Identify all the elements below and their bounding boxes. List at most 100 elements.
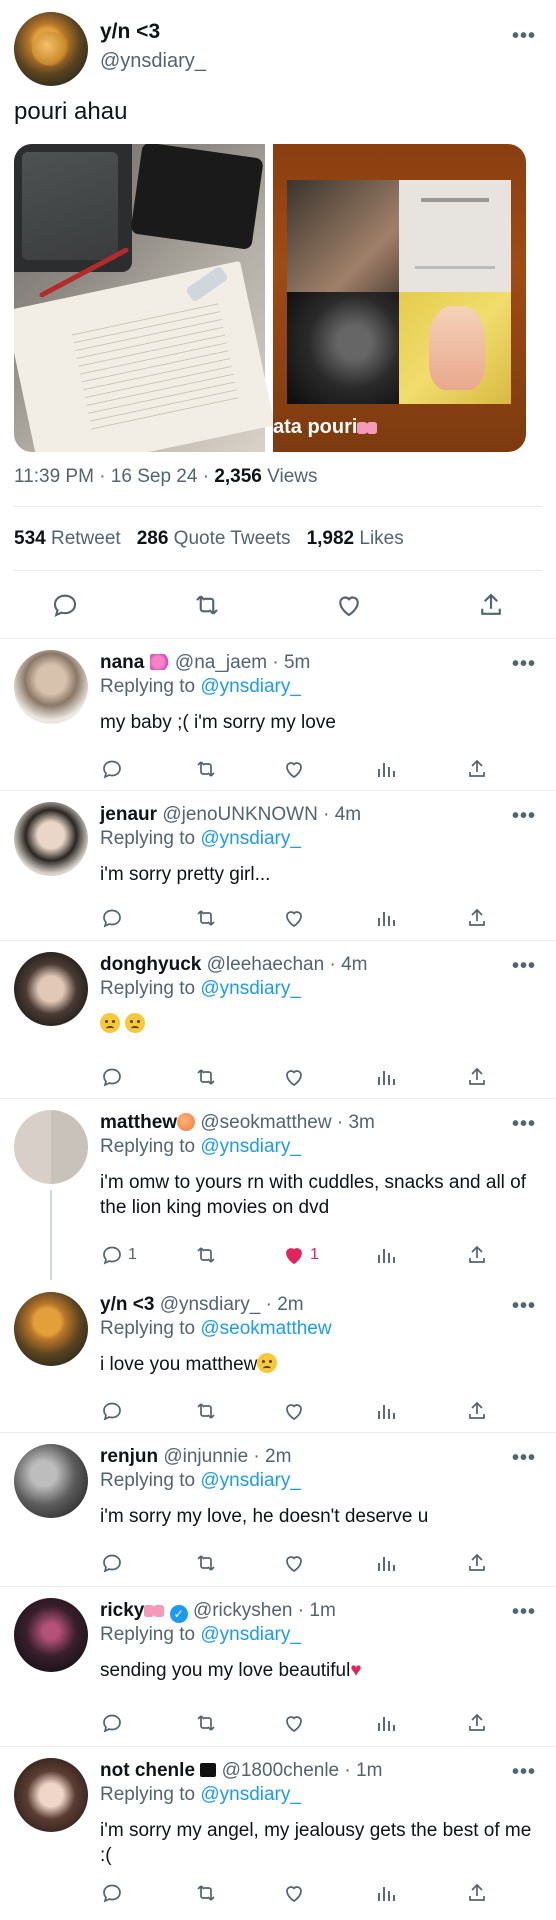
more-icon[interactable]: ••• <box>512 1762 536 1782</box>
replying-to-link[interactable]: @ynsdiary_ <box>200 1784 301 1805</box>
share-button[interactable] <box>465 1064 489 1090</box>
share-button[interactable] <box>465 1398 489 1424</box>
reply-handle[interactable]: @injunnie <box>163 1446 248 1467</box>
like-button[interactable] <box>282 905 306 931</box>
like-button[interactable] <box>282 1398 306 1424</box>
views-button[interactable] <box>374 1242 398 1268</box>
share-button[interactable] <box>465 905 489 931</box>
reply-time[interactable]: 2m <box>265 1446 291 1467</box>
replying-to-link[interactable]: @ynsdiary_ <box>200 1136 301 1157</box>
like-button[interactable] <box>282 1880 306 1906</box>
reply-handle[interactable]: @rickyshen <box>193 1600 293 1621</box>
share-button[interactable] <box>465 1550 489 1576</box>
like-button[interactable] <box>282 756 306 782</box>
quotes-stat[interactable]: 286 Quote Tweets <box>137 528 291 549</box>
reply-tweet[interactable]: donghyuck @leehaechan · 4m Replying to @… <box>0 940 556 1098</box>
replying-to-link[interactable]: @ynsdiary_ <box>200 978 301 999</box>
reply-name[interactable]: ricky <box>100 1600 144 1621</box>
retweet-button[interactable] <box>194 1880 218 1906</box>
avatar[interactable] <box>14 1758 88 1832</box>
like-button[interactable] <box>282 1064 306 1090</box>
reply-button[interactable] <box>100 1064 124 1090</box>
reply-tweet[interactable]: nana @na_jaem · 5m Replying to @ynsdiary… <box>0 638 556 790</box>
reply-tweet[interactable]: jenaur @jenoUNKNOWN · 4m Replying to @yn… <box>0 790 556 940</box>
reply-tweet[interactable]: matthew @seokmatthew · 3m Replying to @y… <box>0 1098 556 1280</box>
reply-handle[interactable]: @ynsdiary_ <box>160 1294 261 1315</box>
reply-time[interactable]: 1m <box>309 1600 335 1621</box>
share-button[interactable] <box>465 1242 489 1268</box>
avatar[interactable] <box>14 650 88 724</box>
reply-handle[interactable]: @jenoUNKNOWN <box>162 804 317 825</box>
main-tweet-handle[interactable]: @ynsdiary_ <box>100 50 206 73</box>
reply-button[interactable]: 1 <box>100 1242 137 1268</box>
reply-time[interactable]: 4m <box>341 954 367 975</box>
avatar[interactable] <box>14 1292 88 1366</box>
retweet-button[interactable] <box>194 905 218 931</box>
views-button[interactable] <box>374 1064 398 1090</box>
replying-to-link[interactable]: @ynsdiary_ <box>200 1624 301 1645</box>
more-icon[interactable]: ••• <box>512 1448 536 1468</box>
like-icon[interactable] <box>334 590 364 620</box>
views-button[interactable] <box>374 905 398 931</box>
main-tweet-name[interactable]: y/n <3 <box>100 20 160 44</box>
reply-tweet[interactable]: ricky ✓ @rickyshen · 1m Replying to @yns… <box>0 1586 556 1746</box>
replying-to-link[interactable]: @seokmatthew <box>200 1318 331 1339</box>
retweet-button[interactable] <box>194 1550 218 1576</box>
replying-to-link[interactable]: @ynsdiary_ <box>200 676 301 697</box>
more-icon[interactable]: ••• <box>512 26 536 46</box>
media-photo-desk[interactable] <box>14 144 275 452</box>
more-icon[interactable]: ••• <box>512 806 536 826</box>
reply-handle[interactable]: @1800chenle <box>222 1760 340 1781</box>
reply-tweet[interactable]: not chenle @1800chenle · 1m Replying to … <box>0 1746 556 1920</box>
avatar[interactable] <box>14 1444 88 1518</box>
like-button[interactable]: 1 <box>282 1242 319 1268</box>
reply-name[interactable]: donghyuck <box>100 954 201 975</box>
more-icon[interactable]: ••• <box>512 1296 536 1316</box>
views-button[interactable] <box>374 1880 398 1906</box>
tweet-timestamp[interactable]: 11:39 PM · 16 Sep 24 · <box>14 466 214 487</box>
retweet-button[interactable] <box>194 1710 218 1736</box>
reply-button[interactable] <box>100 1550 124 1576</box>
reply-name[interactable]: not chenle <box>100 1760 195 1781</box>
retweet-button[interactable] <box>194 756 218 782</box>
replying-to-link[interactable]: @ynsdiary_ <box>200 1470 301 1491</box>
views-button[interactable] <box>374 1398 398 1424</box>
reply-name[interactable]: matthew <box>100 1112 177 1133</box>
reply-button[interactable] <box>100 1398 124 1424</box>
reply-icon[interactable] <box>50 590 80 620</box>
retweet-button[interactable] <box>194 1242 218 1268</box>
likes-stat[interactable]: 1,982 Likes <box>307 528 404 549</box>
avatar[interactable] <box>14 1110 88 1184</box>
media-photo-album[interactable]: ata pouri <box>273 144 526 452</box>
retweets-stat[interactable]: 534 Retweet <box>14 528 121 549</box>
reply-button[interactable] <box>100 905 124 931</box>
reply-time[interactable]: 2m <box>277 1294 303 1315</box>
views-button[interactable] <box>374 756 398 782</box>
reply-handle[interactable]: @leehaechan <box>207 954 325 975</box>
avatar[interactable] <box>14 1598 88 1672</box>
more-icon[interactable]: ••• <box>512 1114 536 1134</box>
reply-button[interactable] <box>100 1880 124 1906</box>
more-icon[interactable]: ••• <box>512 654 536 674</box>
avatar[interactable] <box>14 12 88 86</box>
like-button[interactable] <box>282 1550 306 1576</box>
replying-to-link[interactable]: @ynsdiary_ <box>200 828 301 849</box>
avatar[interactable] <box>14 952 88 1026</box>
retweet-icon[interactable] <box>192 590 222 620</box>
more-icon[interactable]: ••• <box>512 1602 536 1622</box>
more-icon[interactable]: ••• <box>512 956 536 976</box>
views-button[interactable] <box>374 1710 398 1736</box>
reply-button[interactable] <box>100 756 124 782</box>
like-button[interactable] <box>282 1710 306 1736</box>
share-button[interactable] <box>465 1880 489 1906</box>
reply-time[interactable]: 5m <box>284 652 310 673</box>
reply-tweet[interactable]: renjun @injunnie · 2m Replying to @ynsdi… <box>0 1432 556 1586</box>
reply-tweet[interactable]: y/n <3 @ynsdiary_ · 2m Replying to @seok… <box>0 1280 556 1432</box>
reply-name[interactable]: y/n <3 <box>100 1294 154 1315</box>
avatar[interactable] <box>14 802 88 876</box>
reply-time[interactable]: 1m <box>356 1760 382 1781</box>
reply-name[interactable]: jenaur <box>100 804 157 825</box>
tweet-media[interactable]: ata pouri <box>14 144 526 452</box>
views-button[interactable] <box>374 1550 398 1576</box>
share-button[interactable] <box>465 756 489 782</box>
